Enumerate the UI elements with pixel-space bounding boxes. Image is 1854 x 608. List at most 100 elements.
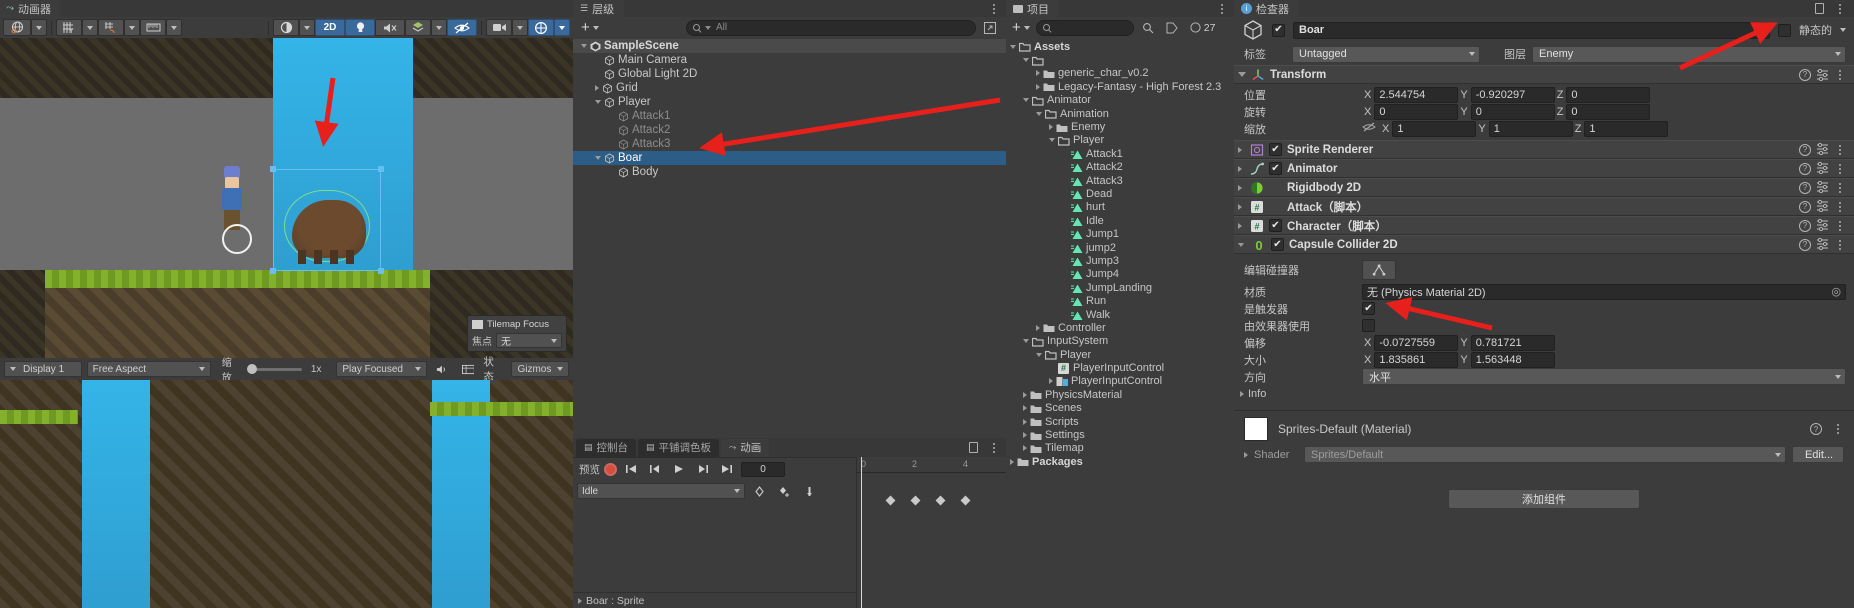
is-trigger-checkbox[interactable]	[1362, 302, 1375, 315]
component-menu-button[interactable]	[1834, 163, 1846, 174]
project-filter-button[interactable]	[1138, 19, 1158, 36]
project-item-enemy[interactable]: Enemy	[1006, 120, 1234, 133]
help-icon[interactable]: ?	[1799, 238, 1811, 251]
chevron-down-icon[interactable]	[1023, 58, 1029, 63]
chevron-right-icon[interactable]	[1240, 390, 1244, 397]
frame-field[interactable]: 0	[741, 461, 785, 477]
curves-filter-button[interactable]	[799, 483, 820, 500]
component-menu-button[interactable]	[1834, 220, 1846, 231]
chevron-down-icon[interactable]	[1238, 242, 1244, 247]
preset-icon[interactable]	[1816, 199, 1829, 215]
help-icon[interactable]: ?	[1799, 200, 1811, 213]
object-enabled-checkbox[interactable]	[1272, 23, 1285, 37]
project-item-assets[interactable]: Assets	[1006, 40, 1234, 53]
component-menu-button[interactable]	[1834, 239, 1846, 250]
material-menu-button[interactable]	[1832, 424, 1844, 434]
chevron-right-icon[interactable]	[1023, 418, 1027, 425]
direction-dropdown[interactable]: 水平	[1362, 368, 1846, 385]
chevron-down-icon[interactable]	[1238, 72, 1246, 77]
project-item-attack3[interactable]: Attack3	[1006, 174, 1234, 187]
project-item-inputsystem[interactable]: InputSystem	[1006, 335, 1234, 348]
grid-snap-button[interactable]	[98, 19, 124, 36]
scene-viewport[interactable]: Tilemap Focus 焦点 无	[0, 38, 573, 358]
animation-menu-button[interactable]	[988, 442, 1000, 453]
animation-tab-0[interactable]: ▤ 控制台	[576, 438, 637, 457]
project-item-node[interactable]	[1006, 53, 1234, 66]
add-keyframe-button[interactable]	[749, 483, 770, 500]
chevron-down-icon[interactable]	[1010, 44, 1016, 49]
hierarchy-item-boar[interactable]: Boar	[573, 151, 1006, 165]
collider-material-field[interactable]: 无 (Physics Material 2D) ◎	[1362, 283, 1846, 300]
preset-icon[interactable]	[1816, 161, 1829, 177]
timeline-ruler[interactable]: 024	[857, 457, 1006, 473]
hierarchy-item-player[interactable]: Player	[573, 95, 1006, 109]
transform-x-field[interactable]: 2.544754	[1374, 86, 1459, 103]
tilemap-focus-panel[interactable]: Tilemap Focus 焦点 无	[467, 315, 567, 352]
chevron-right-icon[interactable]	[1238, 165, 1242, 172]
help-icon[interactable]: ?	[1799, 219, 1811, 232]
uniform-scale-lock-icon[interactable]	[1362, 122, 1376, 135]
keyframe-marker[interactable]	[885, 495, 896, 506]
project-item-jump2[interactable]: jump2	[1006, 241, 1234, 254]
project-item-controller[interactable]: Controller	[1006, 321, 1234, 334]
project-item-packages[interactable]: Packages	[1006, 455, 1234, 468]
component-enabled-checkbox[interactable]	[1269, 162, 1282, 175]
project-item-hurt[interactable]: hurt	[1006, 201, 1234, 214]
project-item-jump4[interactable]: Jump4	[1006, 268, 1234, 281]
shader-dropdown[interactable]: Sprites/Default	[1304, 446, 1786, 463]
animation-lock-icon[interactable]	[969, 442, 978, 453]
boar-selection-handle-tl[interactable]	[270, 166, 276, 172]
game-viewport[interactable]	[0, 380, 573, 608]
step-forward-button[interactable]	[693, 461, 713, 478]
game-stats-icon-button[interactable]	[458, 361, 479, 378]
gizmos-dropdown[interactable]	[554, 19, 570, 36]
gizmos-toggle-button[interactable]	[528, 19, 554, 36]
hierarchy-item-attack1[interactable]: Attack1	[573, 109, 1006, 123]
scene-lighting-button[interactable]	[345, 19, 375, 36]
ruler-dropdown[interactable]	[166, 19, 182, 36]
gizmos-dropdown-game[interactable]: Gizmos	[511, 361, 570, 377]
keyframe-marker[interactable]	[960, 495, 971, 506]
animation-property-row[interactable]: Boar : Sprite	[573, 592, 856, 608]
tool-handle-global-button[interactable]	[3, 19, 31, 36]
chevron-right-icon[interactable]	[1036, 83, 1040, 90]
animation-tab-1[interactable]: ▤ 平铺调色板	[638, 438, 720, 457]
project-add-button[interactable]: +	[1010, 19, 1032, 36]
chevron-right-icon[interactable]	[595, 85, 599, 91]
component-enabled-checkbox[interactable]	[1269, 219, 1282, 232]
play-focused-dropdown[interactable]: Play Focused	[336, 361, 427, 377]
offset-x-field[interactable]: -0.0727559	[1374, 334, 1459, 351]
project-item-animator[interactable]: Animator	[1006, 94, 1234, 107]
transform-y-field[interactable]: 0	[1470, 103, 1555, 120]
chevron-right-icon[interactable]	[1238, 222, 1242, 229]
project-tree[interactable]: Assets generic_char_v0.2 Legacy-Fantasy - …	[1006, 38, 1234, 608]
shading-mode-button[interactable]	[273, 19, 299, 36]
project-item-playerinputcontrol[interactable]: PlayerInputControl	[1006, 375, 1234, 388]
chevron-down-icon[interactable]	[595, 100, 601, 104]
component-menu-button[interactable]	[1834, 69, 1846, 80]
project-search-input[interactable]	[1035, 19, 1134, 36]
project-item-jump1[interactable]: Jump1	[1006, 227, 1234, 240]
component-enabled-checkbox[interactable]	[1271, 238, 1284, 251]
tab-animator[interactable]: ⤳ 动画器	[0, 0, 61, 17]
hierarchy-search-input[interactable]: All	[686, 19, 976, 36]
project-item-walk[interactable]: Walk	[1006, 308, 1234, 321]
mode-2d-button[interactable]: 2D	[315, 19, 345, 36]
help-icon[interactable]: ?	[1799, 181, 1811, 194]
hierarchy-item-main-camera[interactable]: Main Camera	[573, 53, 1006, 67]
chevron-down-icon[interactable]	[1049, 138, 1055, 143]
preview-label[interactable]: 预览	[579, 462, 600, 477]
tool-handle-dropdown[interactable]	[31, 19, 47, 36]
transform-y-field[interactable]: 1	[1488, 120, 1573, 137]
shader-edit-button[interactable]: Edit...	[1792, 446, 1844, 463]
chevron-down-icon[interactable]	[595, 156, 601, 160]
chevron-right-icon[interactable]	[1238, 203, 1242, 210]
transform-x-field[interactable]: 1	[1392, 120, 1477, 137]
component-header-sprite-renderer[interactable]: Sprite Renderer?	[1234, 140, 1854, 159]
preset-icon[interactable]	[1816, 237, 1829, 253]
chevron-down-icon[interactable]	[1840, 28, 1846, 32]
component-menu-button[interactable]	[1834, 144, 1846, 155]
transform-z-field[interactable]: 0	[1566, 103, 1651, 120]
game-audio-button[interactable]	[432, 361, 453, 378]
project-item-playerinputcontrol[interactable]: # PlayerInputControl	[1006, 361, 1234, 374]
